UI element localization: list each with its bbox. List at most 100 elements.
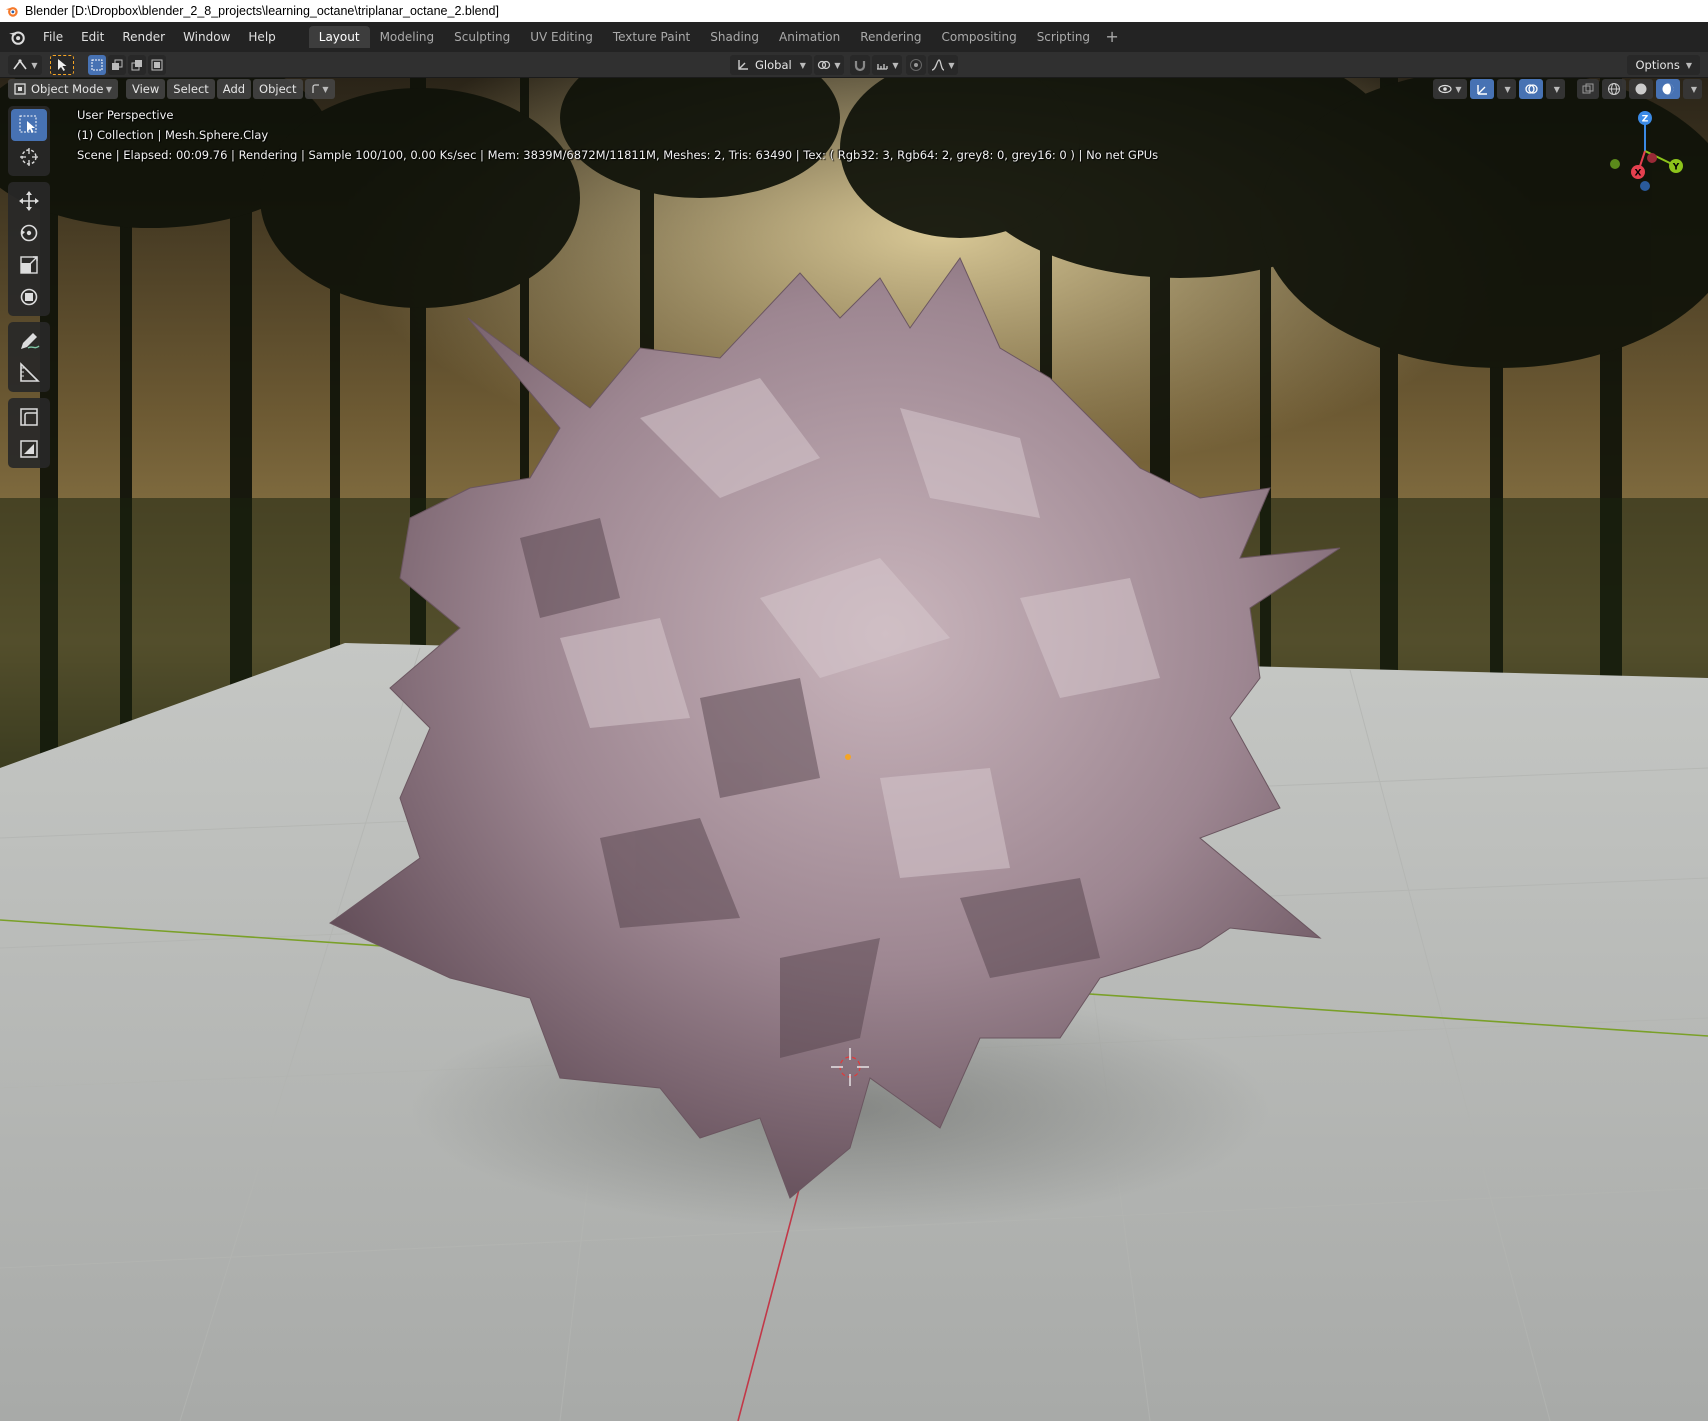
viewport-header: Object Mode ▼ View Select Add Object ▼ ▼… — [0, 78, 1708, 100]
viewport-right-controls: ▼ ▼ ▼ ▼ — [1433, 79, 1702, 99]
tab-texture-paint[interactable]: Texture Paint — [603, 26, 700, 48]
tab-modeling[interactable]: Modeling — [370, 26, 445, 48]
annotate-pencil-icon — [21, 333, 40, 349]
add-workspace-button[interactable]: + — [1100, 26, 1124, 48]
object-mode-label: Object Mode — [31, 82, 104, 96]
collection-label: (1) Collection | Mesh.Sphere.Clay — [77, 128, 269, 142]
tool-add-cube[interactable] — [11, 401, 47, 433]
select-mode-subtract-button[interactable] — [128, 55, 146, 75]
magnet-icon — [854, 61, 866, 72]
tool-transform[interactable] — [11, 281, 47, 313]
visibility-dropdown[interactable]: ▼ — [1433, 79, 1467, 99]
object-mode-icon — [14, 83, 26, 95]
pivot-icon — [818, 60, 831, 70]
cursor-icon — [20, 148, 38, 166]
wireframe-sphere-icon — [1607, 83, 1620, 95]
select-mode-new-button[interactable] — [88, 55, 106, 75]
object-menu[interactable]: Object — [253, 79, 303, 99]
cursor-arrow-icon — [58, 59, 67, 71]
tab-animation[interactable]: Animation — [769, 26, 850, 48]
overlays-dropdown[interactable]: ▼ — [1545, 79, 1565, 99]
tool-cursor[interactable] — [11, 141, 47, 173]
tab-sculpting[interactable]: Sculpting — [444, 26, 520, 48]
pivot-point-dropdown[interactable]: ▼ — [814, 55, 844, 75]
tool-scale[interactable] — [11, 249, 47, 281]
editor-type-button[interactable]: ▼ — [8, 55, 42, 75]
top-bar: File Edit Render Window Help Layout Mode… — [0, 22, 1708, 52]
select-box-icon — [19, 115, 37, 133]
select-tool-button[interactable] — [50, 55, 74, 75]
blender-menu-icon[interactable] — [0, 22, 34, 52]
menu-help[interactable]: Help — [239, 26, 284, 48]
gizmos-dropdown[interactable]: ▼ — [1496, 79, 1516, 99]
overlays-icon — [1525, 84, 1538, 94]
add-plane-icon — [20, 440, 38, 458]
shading-wireframe-button[interactable] — [1601, 79, 1626, 99]
solid-sphere-icon — [1635, 83, 1647, 95]
menu-render[interactable]: Render — [113, 26, 174, 48]
move-icon — [19, 191, 39, 211]
editor-type-icon — [13, 59, 28, 70]
select-subtract-icon — [131, 60, 142, 71]
tab-layout[interactable]: Layout — [308, 26, 370, 48]
render-canvas[interactable] — [0, 78, 1708, 1421]
add-menu[interactable]: Add — [216, 79, 252, 99]
overlays-toggle[interactable] — [1518, 79, 1543, 99]
select-menu[interactable]: Select — [167, 79, 215, 99]
snap-increment-icon — [877, 64, 889, 70]
rendered-sphere-icon — [1662, 83, 1674, 95]
tool-shelf — [8, 106, 50, 474]
shading-dropdown[interactable]: ▼ — [1682, 79, 1702, 99]
view-menu[interactable]: View — [126, 79, 166, 99]
select-mode-invert-button[interactable] — [148, 55, 166, 75]
tool-header: ▼ Global ▼ ▼ ▼ ▼ Options ▼ — [0, 52, 1708, 78]
tab-scripting[interactable]: Scripting — [1027, 26, 1100, 48]
orientation-global-icon — [738, 60, 748, 70]
tool-measure[interactable] — [11, 357, 47, 389]
tab-compositing[interactable]: Compositing — [931, 26, 1026, 48]
tool-group-annotate — [8, 322, 50, 392]
tool-select-box[interactable] — [11, 109, 47, 141]
workspace-tabs: Layout Modeling Sculpting UV Editing Tex… — [308, 26, 1124, 48]
menu-file[interactable]: File — [34, 26, 72, 48]
gizmos-toggle[interactable] — [1469, 79, 1494, 99]
proportional-icon — [910, 59, 922, 71]
menu-edit[interactable]: Edit — [72, 26, 113, 48]
menu-window[interactable]: Window — [174, 26, 239, 48]
options-dropdown[interactable]: Options ▼ — [1627, 55, 1700, 75]
transform-orientation-dropdown[interactable]: Global ▼ — [730, 55, 812, 75]
eye-icon — [1438, 84, 1452, 94]
falloff-dropdown[interactable]: ▼ — [928, 55, 958, 75]
3d-viewport[interactable]: Object Mode ▼ View Select Add Object ▼ ▼… — [0, 78, 1708, 1421]
orientation-label: Global — [755, 58, 792, 72]
select-extend-icon — [112, 59, 123, 70]
shading-rendered-button[interactable] — [1655, 79, 1680, 99]
tool-add-plane[interactable] — [11, 433, 47, 465]
gizmo-y-label: Y — [1672, 163, 1680, 173]
gizmo-neg-y-icon — [1610, 159, 1620, 169]
gizmo-icon — [1476, 85, 1487, 95]
shading-solid-button[interactable] — [1628, 79, 1653, 99]
tool-annotate[interactable] — [11, 325, 47, 357]
options-label: Options — [1635, 58, 1680, 72]
blender-logo-icon — [5, 7, 18, 17]
object-mode-dropdown[interactable]: Object Mode ▼ — [8, 79, 118, 99]
falloff-curve-icon — [932, 59, 945, 71]
tab-shading[interactable]: Shading — [700, 26, 769, 48]
gizmo-neg-x-icon — [1647, 153, 1657, 163]
tab-rendering[interactable]: Rendering — [850, 26, 931, 48]
scale-icon — [20, 256, 38, 274]
window-title: Blender [D:\Dropbox\blender_2_8_projects… — [25, 4, 499, 18]
tab-uv-editing[interactable]: UV Editing — [520, 26, 603, 48]
tool-rotate[interactable] — [11, 217, 47, 249]
navigation-gizmo[interactable]: Z Y X — [1600, 106, 1690, 196]
snap-target-dropdown[interactable]: ▼ — [872, 55, 902, 75]
measure-ruler-icon — [20, 362, 40, 382]
select-mode-extend-button[interactable] — [108, 55, 126, 75]
transform-affect-dropdown[interactable]: ▼ — [304, 79, 335, 99]
tool-move[interactable] — [11, 185, 47, 217]
xray-toggle[interactable] — [1576, 79, 1599, 99]
proportional-edit-toggle[interactable] — [906, 55, 926, 75]
snap-toggle[interactable] — [850, 55, 870, 75]
transform-icon — [20, 288, 38, 306]
